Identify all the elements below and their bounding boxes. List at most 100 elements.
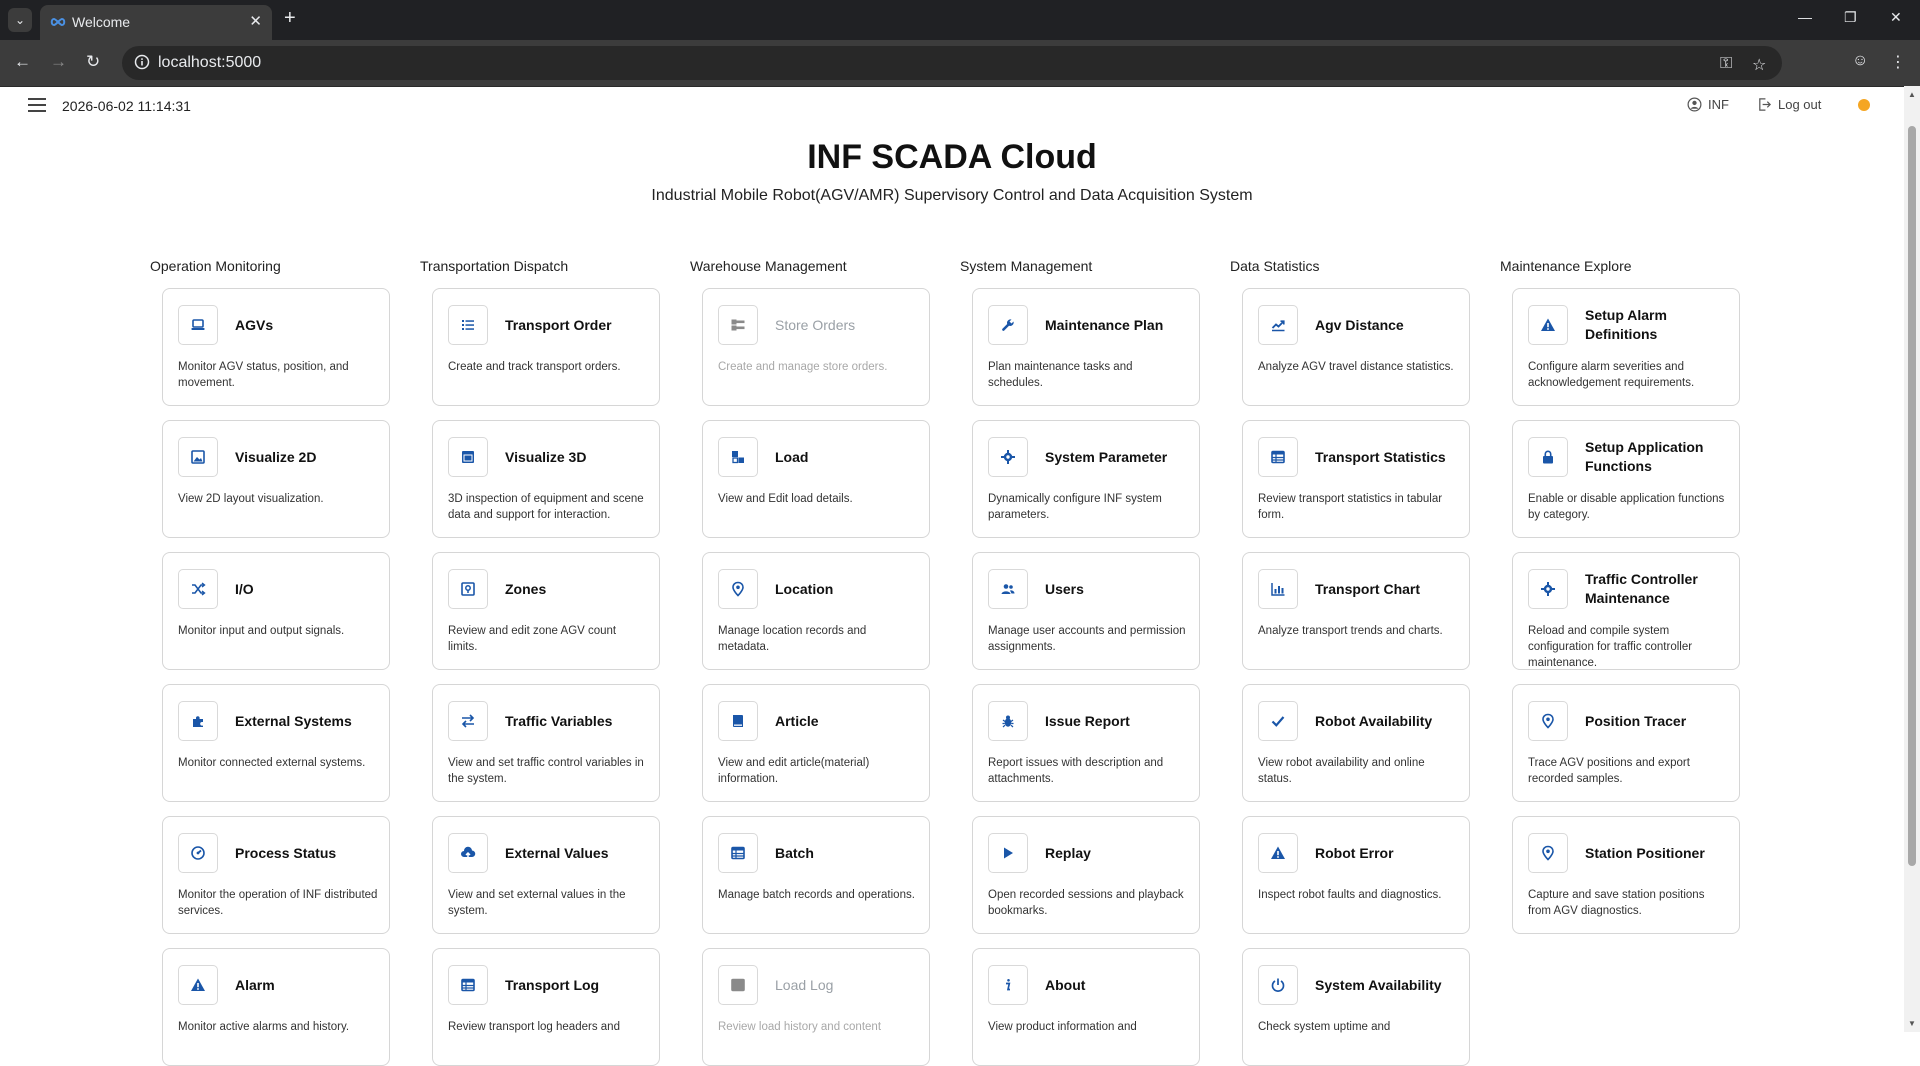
card-description: Review load history and content bbox=[718, 1021, 882, 1033]
card-transport-chart[interactable]: Transport Chart Analyze transport trends … bbox=[1242, 552, 1470, 670]
forward-button[interactable]: → bbox=[50, 52, 67, 72]
card-location[interactable]: Location Manage location records and meta… bbox=[702, 552, 930, 670]
user-menu[interactable]: INF bbox=[1687, 97, 1729, 112]
card-about[interactable]: About View product information and bbox=[972, 948, 1200, 1066]
card-setup-alarm-definitions[interactable]: Setup Alarm Definitions Configure alarm s… bbox=[1512, 288, 1740, 406]
card-external-systems[interactable]: External Systems Monitor connected extern… bbox=[162, 684, 390, 802]
section-title: Maintenance Explore bbox=[1500, 258, 1632, 274]
card-description: Create and track transport orders. bbox=[448, 361, 621, 373]
card-article[interactable]: Article View and edit article(material) i… bbox=[702, 684, 930, 802]
current-datetime: 2026-06-02 11:14:31 bbox=[62, 98, 191, 114]
card-icon-box bbox=[1258, 305, 1298, 345]
card-system-availability[interactable]: System Availability Check system uptime a… bbox=[1242, 948, 1470, 1066]
key-icon[interactable]: ⚿ bbox=[1720, 55, 1732, 73]
card-description: Monitor input and output signals. bbox=[178, 625, 345, 637]
card-title: Setup Alarm Definitions bbox=[1585, 307, 1667, 342]
tab-title: Welcome bbox=[72, 14, 131, 30]
card-batch[interactable]: Batch Manage batch records and operations… bbox=[702, 816, 930, 934]
card-agv-distance[interactable]: Agv Distance Analyze AGV travel distance … bbox=[1242, 288, 1470, 406]
close-icon[interactable]: ✕ bbox=[249, 12, 262, 30]
card-description: View and Edit load details. bbox=[718, 493, 853, 505]
bug-icon bbox=[1002, 715, 1014, 728]
card-visualize-3d[interactable]: Visualize 3D 3D inspection of equipment a… bbox=[432, 420, 660, 538]
card-description: View and edit article(material) informat… bbox=[718, 757, 870, 785]
back-button[interactable]: ← bbox=[14, 52, 31, 72]
card-process-status[interactable]: Process Status Monitor the operation of I… bbox=[162, 816, 390, 934]
play-icon bbox=[1004, 847, 1013, 859]
window-icon bbox=[462, 451, 474, 463]
card-icon-box bbox=[448, 833, 488, 873]
card-description: Inspect robot faults and diagnostics. bbox=[1258, 889, 1442, 901]
connection-status-indicator bbox=[1858, 99, 1870, 111]
browser-tabstrip: ⌄ Welcome ✕ + — ❐ ✕ bbox=[0, 0, 1920, 40]
section-data-statistics: Data Statistics Agv Distance Analyze AGV t… bbox=[1230, 258, 1500, 1066]
scroll-down-arrow[interactable]: ▼ bbox=[1908, 1019, 1916, 1028]
card-transport-statistics[interactable]: Transport Statistics Review transport sta… bbox=[1242, 420, 1470, 538]
card-alarm[interactable]: Alarm Monitor active alarms and history. bbox=[162, 948, 390, 1066]
browser-tab-welcome[interactable]: Welcome ✕ bbox=[40, 5, 272, 40]
profile-icon[interactable]: ☺ bbox=[1852, 52, 1868, 70]
card-users[interactable]: Users Manage user accounts and permission… bbox=[972, 552, 1200, 670]
card-description: Manage user accounts and permission assi… bbox=[988, 625, 1186, 653]
logout-button[interactable]: Log out bbox=[1757, 97, 1821, 112]
section-maintenance-explore: Maintenance Explore Setup Alarm Definitio… bbox=[1500, 258, 1770, 934]
page-title: INF SCADA Cloud bbox=[807, 138, 1097, 176]
card-title: Maintenance Plan bbox=[1045, 316, 1164, 333]
card-zones[interactable]: Zones Review and edit zone AGV count limi… bbox=[432, 552, 660, 670]
scroll-up-arrow[interactable]: ▲ bbox=[1908, 90, 1916, 99]
card-title: Transport Statistics bbox=[1315, 448, 1446, 465]
menu-icon[interactable] bbox=[28, 98, 46, 112]
card-traffic-variables[interactable]: Traffic Variables View and set traffic co… bbox=[432, 684, 660, 802]
card-title: Process Status bbox=[235, 844, 337, 861]
card-title: Position Tracer bbox=[1585, 712, 1687, 729]
card-robot-availability[interactable]: Robot Availability View robot availabilit… bbox=[1242, 684, 1470, 802]
site-info-icon[interactable] bbox=[134, 54, 150, 70]
card-description: Trace AGV positions and export recorded … bbox=[1528, 757, 1690, 785]
card-robot-error[interactable]: Robot Error Inspect robot faults and diag… bbox=[1242, 816, 1470, 934]
card-position-tracer[interactable]: Position Tracer Trace AGV positions and e… bbox=[1512, 684, 1740, 802]
restore-button[interactable]: ❐ bbox=[1844, 9, 1857, 26]
store-list-icon bbox=[731, 319, 745, 331]
page-scrollbar[interactable]: ▲ ▼ bbox=[1904, 86, 1920, 1032]
card-description: Create and manage store orders. bbox=[718, 361, 888, 373]
card-maintenance-plan[interactable]: Maintenance Plan Plan maintenance tasks a… bbox=[972, 288, 1200, 406]
card-setup-application-functions[interactable]: Setup Application Functions Enable or dis… bbox=[1512, 420, 1740, 538]
minimize-button[interactable]: — bbox=[1798, 9, 1812, 25]
card-title: External Values bbox=[505, 844, 609, 861]
card-traffic-controller-maintenance[interactable]: Traffic Controller Maintenance Reload and… bbox=[1512, 552, 1740, 670]
card-icon-box bbox=[988, 305, 1028, 345]
card-replay[interactable]: Replay Open recorded sessions and playbac… bbox=[972, 816, 1200, 934]
card-load[interactable]: Load View and Edit load details. bbox=[702, 420, 930, 538]
card-description: View 2D layout visualization. bbox=[178, 493, 324, 505]
card-visualize-2d[interactable]: Visualize 2D View 2D layout visualization… bbox=[162, 420, 390, 538]
reload-button[interactable]: ↻ bbox=[86, 52, 100, 72]
card-title: System Availability bbox=[1315, 976, 1442, 993]
card-issue-report[interactable]: Issue Report Report issues with descripti… bbox=[972, 684, 1200, 802]
card-description: View robot availability and online statu… bbox=[1258, 757, 1425, 785]
image-icon bbox=[191, 450, 205, 464]
window-close-button[interactable]: ✕ bbox=[1890, 9, 1902, 26]
card-i-o[interactable]: I/O Monitor input and output signals. bbox=[162, 552, 390, 670]
card-system-parameter[interactable]: System Parameter Dynamically configure IN… bbox=[972, 420, 1200, 538]
wrench-icon bbox=[1002, 319, 1014, 331]
card-icon-box bbox=[178, 965, 218, 1005]
card-external-values[interactable]: External Values View and set external val… bbox=[432, 816, 660, 934]
card-icon-box bbox=[448, 305, 488, 345]
card-title: Transport Chart bbox=[1315, 580, 1421, 597]
card-title: Traffic Variables bbox=[505, 712, 613, 729]
new-tab-button[interactable]: + bbox=[284, 7, 296, 30]
card-icon-box bbox=[718, 569, 758, 609]
card-station-positioner[interactable]: Station Positioner Capture and save stati… bbox=[1512, 816, 1740, 934]
card-description: Review transport log headers and bbox=[448, 1021, 620, 1033]
tab-search-button[interactable]: ⌄ bbox=[8, 8, 32, 32]
address-bar[interactable]: localhost:5000 ⚿ ☆ bbox=[122, 46, 1782, 80]
scroll-thumb[interactable] bbox=[1908, 126, 1916, 866]
card-description: Review transport statistics in tabular f… bbox=[1258, 493, 1443, 521]
card-agvs[interactable]: AGVs Monitor AGV status, position, and mo… bbox=[162, 288, 390, 406]
more-menu-icon[interactable]: ⋮ bbox=[1890, 52, 1906, 72]
card-transport-log[interactable]: Transport Log Review transport log header… bbox=[432, 948, 660, 1066]
card-transport-order[interactable]: Transport Order Create and track transpor… bbox=[432, 288, 660, 406]
card-icon-box bbox=[1528, 701, 1568, 741]
star-icon[interactable]: ☆ bbox=[1752, 55, 1766, 75]
card-title: Replay bbox=[1045, 844, 1091, 861]
